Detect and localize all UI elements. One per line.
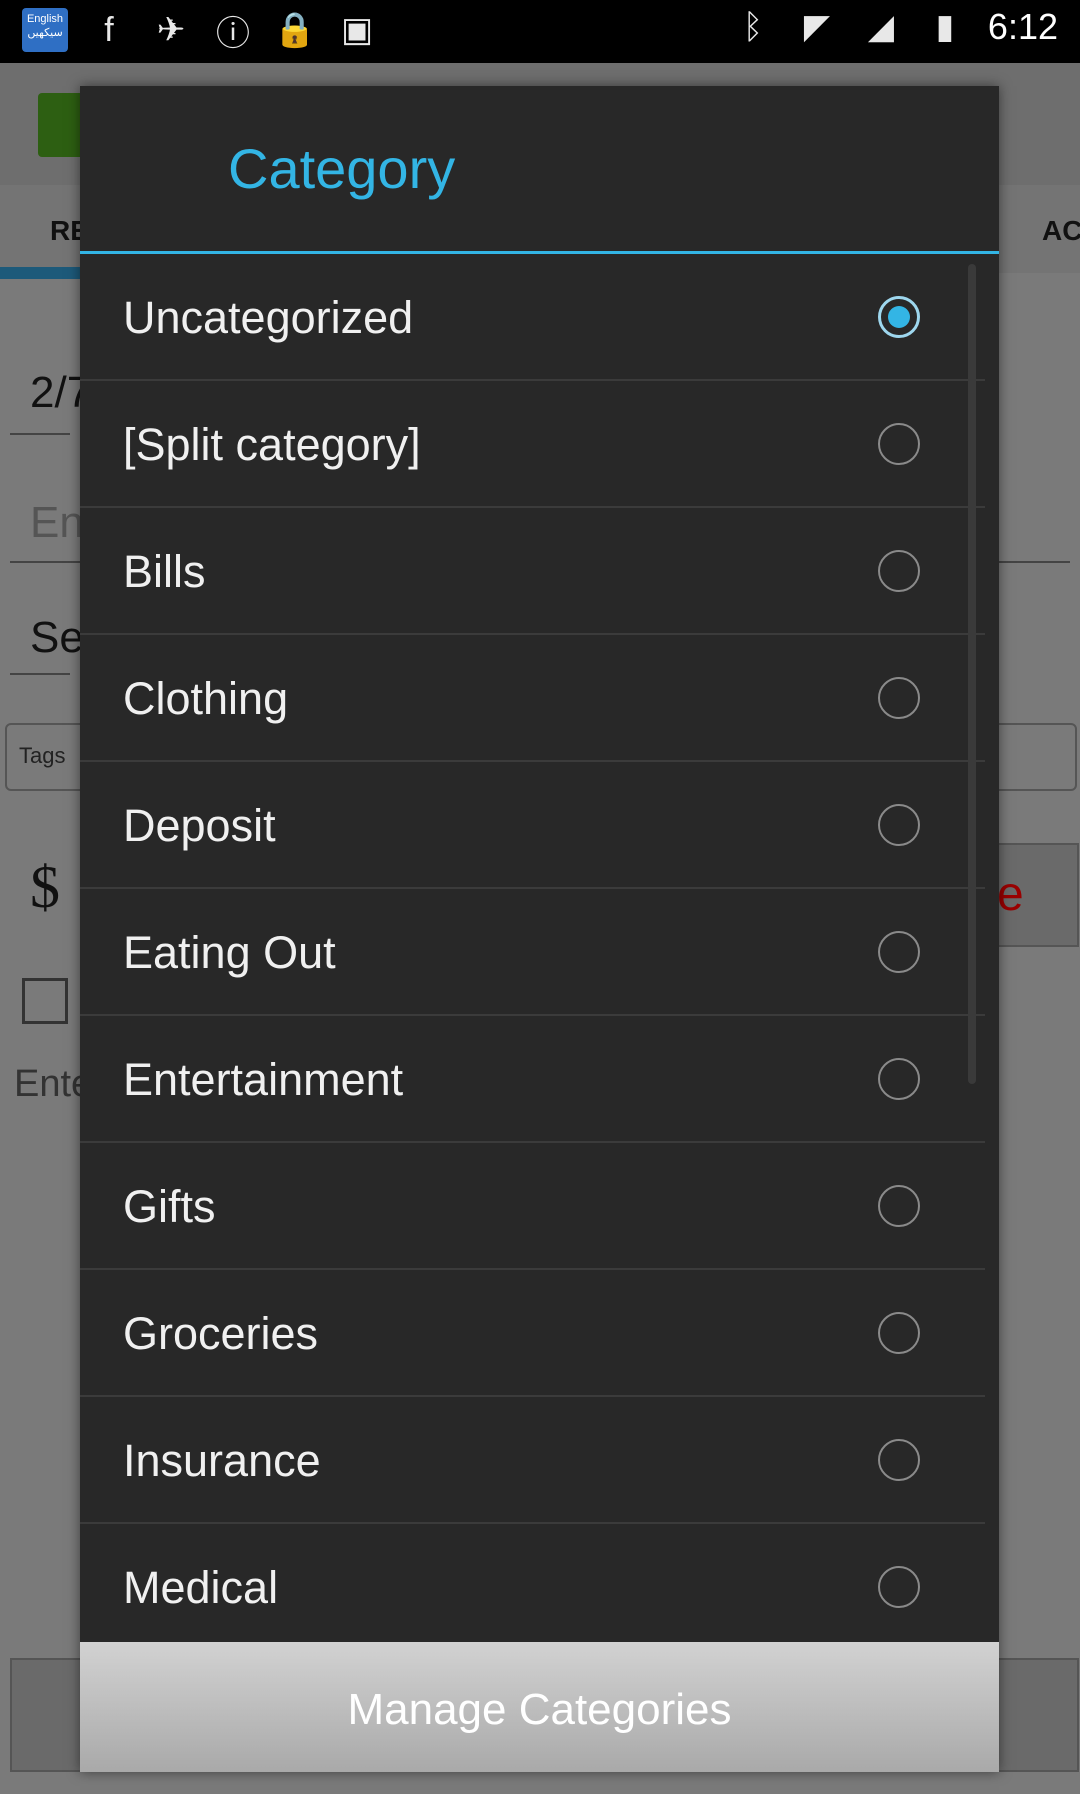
background-tags-label: Tags: [19, 743, 66, 768]
background-select-field: Se: [30, 613, 84, 662]
category-item-label: Uncategorized: [123, 292, 414, 343]
dialog-title: Category: [228, 137, 456, 200]
category-item-label: Deposit: [123, 800, 276, 851]
category-item-deposit[interactable]: Deposit: [80, 762, 985, 889]
divider: [10, 433, 70, 435]
category-item-label: Bills: [123, 546, 206, 597]
radio-unselected-icon[interactable]: [878, 1312, 920, 1354]
category-item-label: [Split category]: [123, 419, 421, 470]
clock: 6:12: [987, 6, 1058, 47]
category-item-label: Entertainment: [123, 1054, 404, 1105]
category-item-groceries[interactable]: Groceries: [80, 1270, 985, 1397]
divider: [10, 673, 70, 675]
category-list[interactable]: Uncategorized [Split category] Bills Clo…: [80, 254, 985, 1728]
facebook-icon: f: [104, 10, 114, 49]
category-item-uncategorized[interactable]: Uncategorized: [80, 254, 985, 381]
background-button: e: [995, 843, 1079, 947]
background-tab-right: AC: [1042, 215, 1080, 246]
category-item-entertainment[interactable]: Entertainment: [80, 1016, 985, 1143]
radio-unselected-icon[interactable]: [878, 1439, 920, 1481]
signal-icon: ◢: [867, 8, 894, 46]
list-scrollbar[interactable]: [968, 264, 976, 1084]
category-dialog: Category Uncategorized [Split category] …: [80, 86, 999, 1772]
fake-gps-icon: ✈: [156, 11, 186, 49]
alert-icon: ⓘ: [216, 14, 250, 53]
android-icon: ▣: [340, 11, 374, 49]
bluetooth-icon: ᛒ: [742, 7, 764, 46]
category-item-insurance[interactable]: Insurance: [80, 1397, 985, 1524]
language-badge-text: English سیکھیں: [26, 13, 64, 39]
radio-unselected-icon[interactable]: [878, 804, 920, 846]
background-checkbox: [22, 978, 68, 1024]
category-item-gifts[interactable]: Gifts: [80, 1143, 985, 1270]
radio-unselected-icon[interactable]: [878, 931, 920, 973]
category-item-label: Clothing: [123, 673, 289, 724]
dialog-footer: Manage Categories: [80, 1642, 999, 1772]
lock-icon: 🔒: [273, 11, 317, 49]
radio-unselected-icon[interactable]: [878, 1058, 920, 1100]
category-item-clothing[interactable]: Clothing: [80, 635, 985, 762]
radio-selected-icon[interactable]: [878, 296, 920, 338]
wifi-icon: ◤: [803, 8, 830, 46]
language-app-icon: English سیکھیں: [22, 8, 68, 52]
category-item-label: Groceries: [123, 1308, 319, 1359]
battery-icon: ▮: [935, 8, 955, 46]
radio-unselected-icon[interactable]: [878, 677, 920, 719]
category-item-split-category[interactable]: [Split category]: [80, 381, 985, 508]
background-red-text: e: [997, 868, 1024, 921]
radio-unselected-icon[interactable]: [878, 423, 920, 465]
background-entry-field: En: [30, 498, 84, 547]
category-item-label: Medical: [123, 1562, 279, 1613]
status-bar: English سیکھیں f ✈ ⓘ 🔒 ▣ ᛒ ◤ ◢ ▮ 6:12: [0, 0, 1080, 63]
category-item-medical[interactable]: Medical: [80, 1524, 985, 1651]
radio-unselected-icon[interactable]: [878, 1566, 920, 1608]
background-currency: $: [30, 854, 60, 920]
category-item-label: Eating Out: [123, 927, 336, 978]
category-item-bills[interactable]: Bills: [80, 508, 985, 635]
radio-unselected-icon[interactable]: [878, 550, 920, 592]
manage-categories-button[interactable]: Manage Categories: [80, 1642, 999, 1772]
category-item-label: Insurance: [123, 1435, 321, 1486]
background-bottom-button-right: [995, 1658, 1079, 1772]
category-item-eating-out[interactable]: Eating Out: [80, 889, 985, 1016]
radio-unselected-icon[interactable]: [878, 1185, 920, 1227]
category-item-label: Gifts: [123, 1181, 216, 1232]
